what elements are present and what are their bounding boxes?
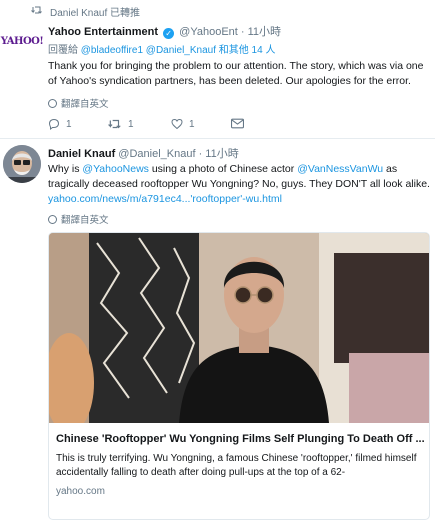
- heart-icon: [171, 118, 183, 130]
- tweet-text-segment: using a photo of Chinese actor: [148, 163, 298, 175]
- tweet-timestamp[interactable]: · 11小時: [241, 26, 281, 38]
- reply-targets-link[interactable]: @bladeoffire1 @Daniel_Knauf 和其他 14 人: [81, 45, 276, 56]
- avatar[interactable]: YAHOO!: [0, 22, 44, 60]
- retweet-context: Daniel Knauf 已轉推: [0, 0, 435, 20]
- tweet-text-segment: Why is: [48, 163, 83, 175]
- tweet-header: Yahoo Entertainment ✓ @YahooEnt · 11小時: [48, 23, 281, 39]
- direct-message-button[interactable]: [231, 118, 244, 129]
- mention-link[interactable]: @YahooNews: [82, 163, 149, 175]
- url-link[interactable]: yahoo.com/news/m/a791ec4...'rooftopper'-…: [48, 193, 282, 205]
- tweet-yahoo-entertainment[interactable]: YAHOO! Yahoo Entertainment ✓ @YahooEnt ·…: [0, 18, 435, 139]
- envelope-icon: [231, 118, 244, 129]
- author-name[interactable]: Daniel Knauf: [48, 148, 115, 160]
- mention-link[interactable]: @VanNessVanWu: [297, 163, 383, 175]
- tweet-header: Daniel Knauf @Daniel_Knauf · 11小時: [48, 145, 239, 161]
- tweet-actions: 1 1 1: [48, 118, 428, 132]
- retweet-icon: [31, 6, 42, 14]
- tweet-daniel-knauf[interactable]: Daniel Knauf @Daniel_Knauf · 11小時 Why is…: [0, 140, 435, 520]
- retweet-button[interactable]: 1: [108, 118, 134, 130]
- profile-photo: [3, 145, 41, 183]
- retweeted-by-label[interactable]: Daniel Knauf 已轉推: [50, 4, 140, 19]
- reply-context: 回覆給 @bladeoffire1 @Daniel_Knauf 和其他 14 人: [48, 41, 275, 56]
- card-photo: [49, 233, 429, 423]
- reply-prefix: 回覆給: [48, 45, 81, 56]
- translate-link[interactable]: 翻譯自英文: [48, 96, 109, 110]
- like-button[interactable]: 1: [171, 118, 195, 130]
- card-description: This is truly terrifying. Wu Yongning, a…: [56, 453, 417, 478]
- card-image[interactable]: [49, 233, 429, 423]
- reply-icon: [48, 118, 60, 130]
- author-name[interactable]: Yahoo Entertainment: [48, 26, 158, 38]
- card-title[interactable]: Chinese 'Rooftopper' Wu Yongning Films S…: [56, 433, 425, 445]
- translate-link[interactable]: 翻譯自英文: [48, 212, 109, 226]
- card-domain: yahoo.com: [56, 486, 105, 497]
- author-handle[interactable]: @Daniel_Knauf: [118, 148, 195, 160]
- link-preview-card[interactable]: Chinese 'Rooftopper' Wu Yongning Films S…: [48, 232, 430, 520]
- verified-badge-icon: ✓: [163, 28, 175, 39]
- author-handle[interactable]: @YahooEnt: [179, 26, 238, 38]
- globe-icon: [48, 98, 57, 108]
- retweet-icon: [108, 119, 121, 129]
- reply-count: 1: [66, 118, 72, 130]
- tweet-text: Why is @YahooNews using a photo of Chine…: [48, 162, 432, 207]
- translate-label: 翻譯自英文: [61, 215, 109, 226]
- retweet-count: 1: [128, 118, 134, 130]
- tweet-timestamp[interactable]: · 11小時: [199, 148, 239, 160]
- reply-button[interactable]: 1: [48, 118, 72, 130]
- translate-label: 翻譯自英文: [61, 99, 109, 110]
- yahoo-logo: YAHOO!: [0, 35, 44, 47]
- avatar[interactable]: [3, 145, 41, 183]
- globe-icon: [48, 214, 57, 224]
- like-count: 1: [189, 118, 195, 130]
- tweet-text: Thank you for bringing the problem to ou…: [48, 60, 424, 87]
